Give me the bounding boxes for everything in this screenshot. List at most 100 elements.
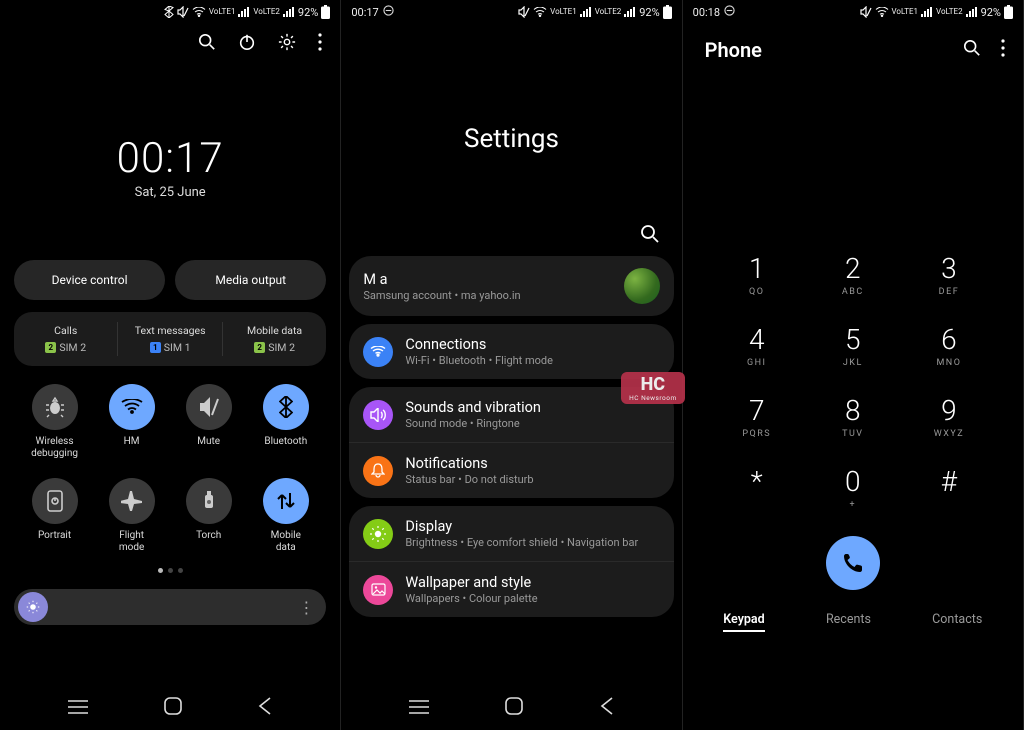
power-icon[interactable] xyxy=(238,33,256,55)
key-9[interactable]: 9WXYZ xyxy=(901,394,997,439)
toggle-label: HM xyxy=(124,436,140,448)
toggle-label: Mobiledata xyxy=(271,530,301,554)
wifi-icon xyxy=(109,384,155,430)
clock-time: 00:17 xyxy=(0,134,340,183)
clock-date: Sat, 25 June xyxy=(0,185,340,200)
search-icon[interactable] xyxy=(640,224,660,248)
status-bar: 00:18 VoLTE1 VoLTE2 92% xyxy=(683,0,1023,24)
toggle-bluetooth[interactable]: Bluetooth xyxy=(247,384,324,460)
sim-calls-column[interactable]: Calls 2SIM 2 xyxy=(14,322,118,356)
bell-icon xyxy=(363,456,393,486)
bt-icon xyxy=(263,384,309,430)
mute-icon xyxy=(186,384,232,430)
plane-icon xyxy=(109,478,155,524)
toggle-flight-mode[interactable]: Flightmode xyxy=(93,478,170,554)
key-4[interactable]: 4GHI xyxy=(709,323,805,368)
settings-notifications-item[interactable]: Notifications Status bar • Do not distur… xyxy=(349,443,673,498)
portrait-icon xyxy=(32,478,78,524)
key-0[interactable]: 0+ xyxy=(805,465,901,510)
mute-status-icon xyxy=(177,6,189,18)
bug-icon xyxy=(32,384,78,430)
bluetooth-status-icon xyxy=(164,6,174,18)
sim-data-column[interactable]: Mobile data 2SIM 2 xyxy=(223,322,326,356)
back-nav-icon[interactable] xyxy=(258,697,272,719)
nav-bar xyxy=(341,686,681,730)
key-1[interactable]: 1QO xyxy=(709,252,805,297)
dialpad: 1QO2ABC3DEF 4GHI5JKL6MNO 7PQRS8TUV9WXYZ * 0… xyxy=(683,252,1023,510)
account-name: M a xyxy=(363,271,520,288)
key-2[interactable]: 2ABC xyxy=(805,252,901,297)
recents-nav-icon[interactable] xyxy=(68,699,88,718)
sim2-chip-icon: 2 xyxy=(45,342,56,353)
tab-keypad[interactable]: Keypad xyxy=(723,612,764,632)
volte1-icon: VoLTE1 xyxy=(209,8,236,16)
volte2-icon: VoLTE2 xyxy=(595,8,622,16)
settings-display-item[interactable]: Display Brightness • Eye comfort shield … xyxy=(349,506,673,562)
screen-settings: 00:17 VoLTE1 VoLTE2 92% Settings M a Sam… xyxy=(341,0,682,730)
screen-quick-panel: VoLTE1 VoLTE2 92% 00:17 Sat, 25 June Dev… xyxy=(0,0,341,730)
key-8[interactable]: 8TUV xyxy=(805,394,901,439)
tab-contacts[interactable]: Contacts xyxy=(932,612,982,632)
back-nav-icon[interactable] xyxy=(600,697,614,719)
gear-icon[interactable] xyxy=(278,33,296,55)
home-nav-icon[interactable] xyxy=(164,697,182,719)
sound-icon xyxy=(363,400,393,430)
recents-nav-icon[interactable] xyxy=(409,699,429,718)
toggle-label: Portrait xyxy=(38,530,71,542)
settings-connections-item[interactable]: Connections Wi-Fi • Bluetooth • Flight m… xyxy=(349,324,673,379)
key-3[interactable]: 3DEF xyxy=(901,252,997,297)
battery-icon xyxy=(663,5,672,19)
toggle-label: Bluetooth xyxy=(264,436,307,448)
brightness-slider[interactable]: ⋮ xyxy=(14,589,326,625)
avatar-icon xyxy=(624,268,660,304)
key-*[interactable]: * xyxy=(709,465,805,510)
dnd-status-icon xyxy=(383,5,394,19)
tab-recents[interactable]: Recents xyxy=(826,612,871,632)
toggle-portrait[interactable]: Portrait xyxy=(16,478,93,554)
sim-manager-panel[interactable]: Calls 2SIM 2 Text messages 1SIM 1 Mobile… xyxy=(14,312,326,366)
sim1-chip-icon: 1 xyxy=(150,342,161,353)
volte2-icon: VoLTE2 xyxy=(936,8,963,16)
key-7[interactable]: 7PQRS xyxy=(709,394,805,439)
sim2-chip-icon: 2 xyxy=(254,342,265,353)
brightness-thumb[interactable] xyxy=(18,592,48,622)
more-icon[interactable] xyxy=(318,33,322,55)
brightness-more-icon[interactable]: ⋮ xyxy=(298,598,322,617)
toggle-torch[interactable]: Torch xyxy=(170,478,247,554)
status-bar: 00:17 VoLTE1 VoLTE2 92% xyxy=(341,0,681,24)
device-control-button[interactable]: Device control xyxy=(14,260,165,300)
key-#[interactable]: # xyxy=(901,465,997,510)
key-6[interactable]: 6MNO xyxy=(901,323,997,368)
search-icon[interactable] xyxy=(963,39,981,61)
media-output-button[interactable]: Media output xyxy=(175,260,326,300)
samsung-account-item[interactable]: M a Samsung account • ma yahoo.in xyxy=(349,256,673,316)
key-5[interactable]: 5JKL xyxy=(805,323,901,368)
battery-percent: 92% xyxy=(981,6,1001,19)
toggle-wireless-debugging[interactable]: Wirelessdebugging xyxy=(16,384,93,460)
home-nav-icon[interactable] xyxy=(505,697,523,719)
toggle-label: Mute xyxy=(197,436,220,448)
toggle-mute[interactable]: Mute xyxy=(170,384,247,460)
torch-icon xyxy=(186,478,232,524)
signal1-icon xyxy=(580,7,592,17)
call-button[interactable] xyxy=(826,536,880,590)
lockscreen-clock: 00:17 Sat, 25 June xyxy=(0,134,340,200)
settings-wallpaper-item[interactable]: Wallpaper and style Wallpapers • Colour … xyxy=(349,562,673,617)
volte1-icon: VoLTE1 xyxy=(550,8,577,16)
watermark-badge: HC HC Newsroom xyxy=(621,372,685,404)
toggle-label: Torch xyxy=(196,530,221,542)
toggle-mobile-data[interactable]: Mobiledata xyxy=(247,478,324,554)
battery-percent: 92% xyxy=(298,6,318,19)
toggle-label: Wirelessdebugging xyxy=(31,436,78,460)
more-icon[interactable] xyxy=(1001,39,1005,61)
sim-texts-column[interactable]: Text messages 1SIM 1 xyxy=(118,322,222,356)
signal1-icon xyxy=(921,7,933,17)
toggle-wifi-hm[interactable]: HM xyxy=(93,384,170,460)
nav-bar xyxy=(0,686,340,730)
search-icon[interactable] xyxy=(198,33,216,55)
signal2-icon xyxy=(624,7,636,17)
battery-icon xyxy=(321,5,330,19)
mute-status-icon xyxy=(518,6,530,18)
sun-icon xyxy=(363,519,393,549)
status-time: 00:18 xyxy=(693,6,720,19)
